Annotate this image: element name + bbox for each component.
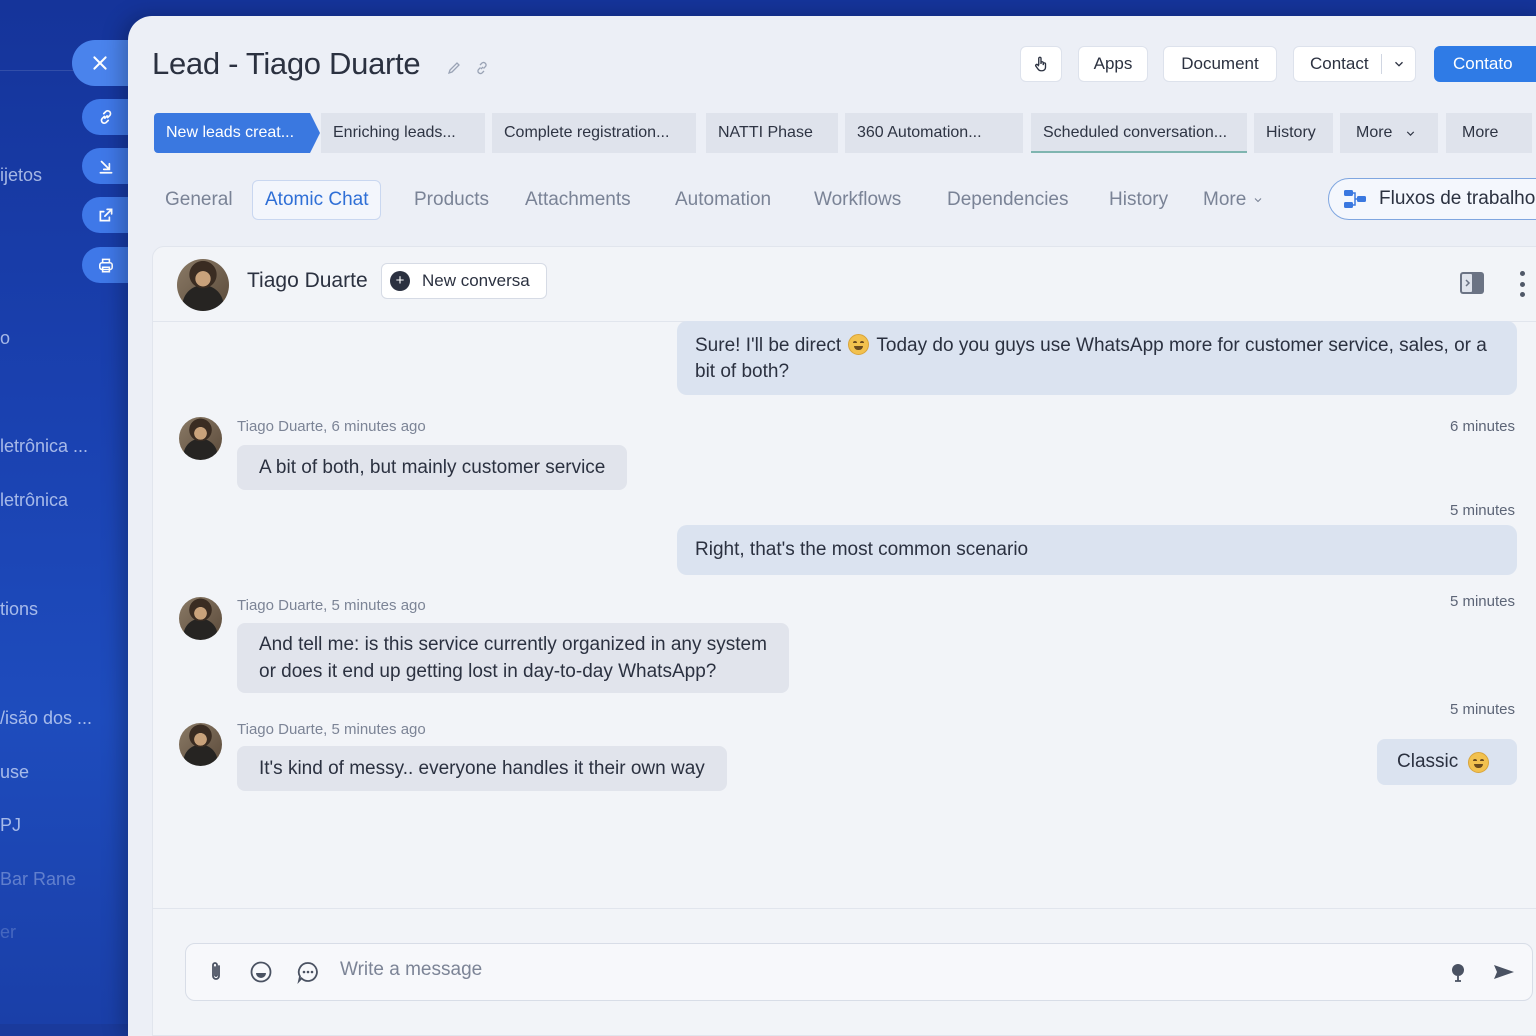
background-sidebar-item[interactable]: Bar Rane — [0, 869, 76, 890]
background-sidebar-item[interactable]: PJ — [0, 815, 21, 836]
more-options-button[interactable] — [1517, 271, 1527, 297]
background-sidebar-item[interactable]: /isão dos ... — [0, 708, 92, 729]
message-time: 5 minutes — [1449, 593, 1515, 610]
chevron-down-icon — [1394, 61, 1403, 67]
hand-pointer-button[interactable] — [1020, 46, 1062, 82]
stage-360-automation[interactable]: 360 Automation... — [845, 113, 1023, 153]
message-incoming: And tell me: is this service currently o… — [237, 623, 789, 693]
message-outgoing: Right, that's the most common scenario — [677, 525, 1517, 575]
message-composer[interactable]: Write a message — [185, 943, 1533, 1001]
workflows-label: Fluxos de trabalho — [1379, 188, 1536, 209]
microphone-icon[interactable] — [1446, 960, 1470, 984]
workflow-icon — [1344, 190, 1366, 208]
background-sidebar-item[interactable]: use — [0, 762, 29, 783]
contact-dropdown[interactable]: Contact — [1293, 46, 1416, 82]
stage-new-leads[interactable]: New leads creat... — [154, 113, 320, 153]
stage-natti-phase[interactable]: NATTI Phase — [706, 113, 838, 153]
new-conversation-label: New conversa — [422, 271, 530, 290]
background-sidebar-item[interactable]: letrônica — [0, 490, 68, 511]
paperclip-icon[interactable] — [204, 960, 228, 984]
lead-panel: Lead - Tiago Duarte Apps Document Contac… — [128, 16, 1536, 1036]
download-button[interactable] — [82, 148, 130, 184]
message-time: 5 minutes — [1449, 701, 1515, 718]
tab-more-label: More — [1203, 189, 1247, 210]
contato-button[interactable]: Contato — [1434, 46, 1536, 82]
print-button[interactable] — [82, 247, 130, 283]
chat-header: Tiago Duarte + New conversa — [153, 247, 1536, 322]
message-meta: Tiago Duarte, 5 minutes ago — [237, 597, 426, 614]
close-button[interactable] — [72, 40, 128, 86]
tab-general[interactable]: General — [165, 180, 233, 220]
send-icon[interactable] — [1492, 960, 1516, 984]
chevron-down-icon — [1254, 198, 1262, 203]
chat-bubble-icon[interactable] — [296, 960, 320, 984]
open-external-button[interactable] — [82, 197, 130, 233]
stage-scheduled-conversation[interactable]: Scheduled conversation... — [1031, 113, 1247, 153]
message-outgoing: Sure! I'll be direct Today do you guys u… — [677, 321, 1517, 395]
avatar — [177, 259, 229, 311]
background-sidebar-item[interactable]: tions — [0, 599, 38, 620]
arrow-down-right-icon — [99, 160, 113, 174]
plus-icon: + — [390, 271, 410, 291]
stage-more-label: More — [1356, 124, 1393, 141]
pencil-icon[interactable] — [446, 60, 462, 76]
hand-pointer-icon — [1035, 56, 1047, 72]
tab-automation[interactable]: Automation — [675, 180, 771, 220]
background-sidebar-item[interactable]: er — [0, 922, 16, 943]
workflows-button[interactable]: Fluxos de trabalho — [1328, 178, 1536, 220]
chevron-down-icon — [1407, 130, 1415, 136]
tab-attachments[interactable]: Attachments — [525, 180, 631, 220]
avatar — [179, 597, 222, 640]
background-sidebar-item[interactable]: o — [0, 328, 10, 349]
stage-more-dropdown[interactable]: More — [1340, 113, 1438, 153]
stage-enriching-leads[interactable]: Enriching leads... — [321, 113, 485, 153]
message-text: or does it end up getting lost in day-to… — [259, 661, 717, 682]
document-button[interactable]: Document — [1163, 46, 1277, 82]
background-sidebar-item[interactable]: ijetos — [0, 165, 42, 186]
close-icon — [93, 56, 107, 70]
stage-history[interactable]: History — [1254, 113, 1333, 153]
message-text: Sure! I'll be direct — [695, 335, 842, 356]
stage-more[interactable]: More — [1446, 113, 1532, 153]
new-conversation-button[interactable]: + New conversa — [381, 263, 547, 299]
tab-history[interactable]: History — [1109, 180, 1168, 220]
tab-more[interactable]: More — [1203, 180, 1264, 220]
message-incoming: A bit of both, but mainly customer servi… — [237, 445, 628, 490]
message-meta: Tiago Duarte, 5 minutes ago — [237, 721, 426, 738]
tab-products[interactable]: Products — [414, 180, 489, 220]
apps-button[interactable]: Apps — [1078, 46, 1148, 82]
message-meta: Tiago Duarte, 6 minutes ago — [237, 418, 426, 435]
contact-name: Tiago Duarte — [247, 269, 368, 292]
stage-complete-registration[interactable]: Complete registration... — [492, 113, 696, 153]
grin-emoji-icon — [848, 334, 870, 355]
emoji-icon[interactable] — [249, 960, 273, 984]
side-panel-icon[interactable] — [1459, 271, 1485, 295]
contact-button-label: Contact — [1310, 54, 1369, 73]
composer-divider — [153, 908, 1536, 909]
dropdown-separator — [1380, 54, 1382, 74]
tab-workflows[interactable]: Workflows — [814, 180, 901, 220]
chat-panel: Tiago Duarte + New conversa Sure! I'll b… — [152, 246, 1536, 1036]
link-icon[interactable] — [474, 60, 490, 76]
message-input[interactable]: Write a message — [340, 959, 482, 981]
link-icon — [100, 110, 112, 124]
printer-icon — [99, 258, 113, 273]
grin-emoji-icon — [1468, 751, 1490, 773]
avatar — [179, 417, 222, 460]
copy-link-button[interactable] — [82, 99, 130, 135]
background-sidebar-item[interactable]: letrônica ... — [0, 436, 88, 457]
external-link-icon — [99, 208, 113, 222]
message-time: 6 minutes — [1449, 418, 1515, 435]
message-incoming: It's kind of messy.. everyone handles it… — [237, 746, 727, 791]
avatar — [179, 723, 222, 766]
message-text: And tell me: is this service currently o… — [259, 634, 767, 655]
message-time: 5 minutes — [1449, 502, 1515, 519]
title-actions — [446, 60, 490, 76]
message-text: Classic — [1397, 751, 1459, 772]
message-outgoing: Classic — [1377, 739, 1517, 785]
tab-atomic-chat[interactable]: Atomic Chat — [252, 180, 382, 220]
tab-dependencies[interactable]: Dependencies — [947, 180, 1068, 220]
page-title: Lead - Tiago Duarte — [152, 46, 421, 81]
